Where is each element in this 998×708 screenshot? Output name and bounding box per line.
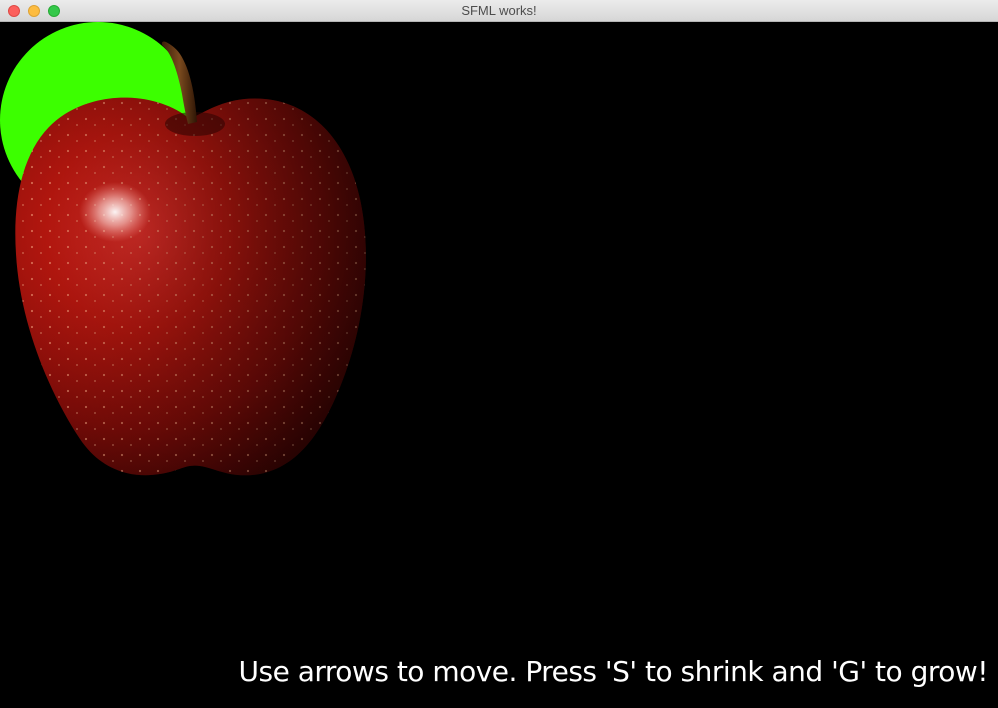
render-canvas[interactable]: Use arrows to move. Press 'S' to shrink … — [0, 22, 998, 708]
window-title: SFML works! — [461, 3, 537, 18]
title-bar[interactable]: SFML works! — [0, 0, 998, 22]
app-window: SFML works! Use arrows to move. Press 'S… — [0, 0, 998, 708]
instructions-text: Use arrows to move. Press 'S' to shrink … — [238, 655, 989, 688]
apple-sprite — [15, 41, 366, 476]
